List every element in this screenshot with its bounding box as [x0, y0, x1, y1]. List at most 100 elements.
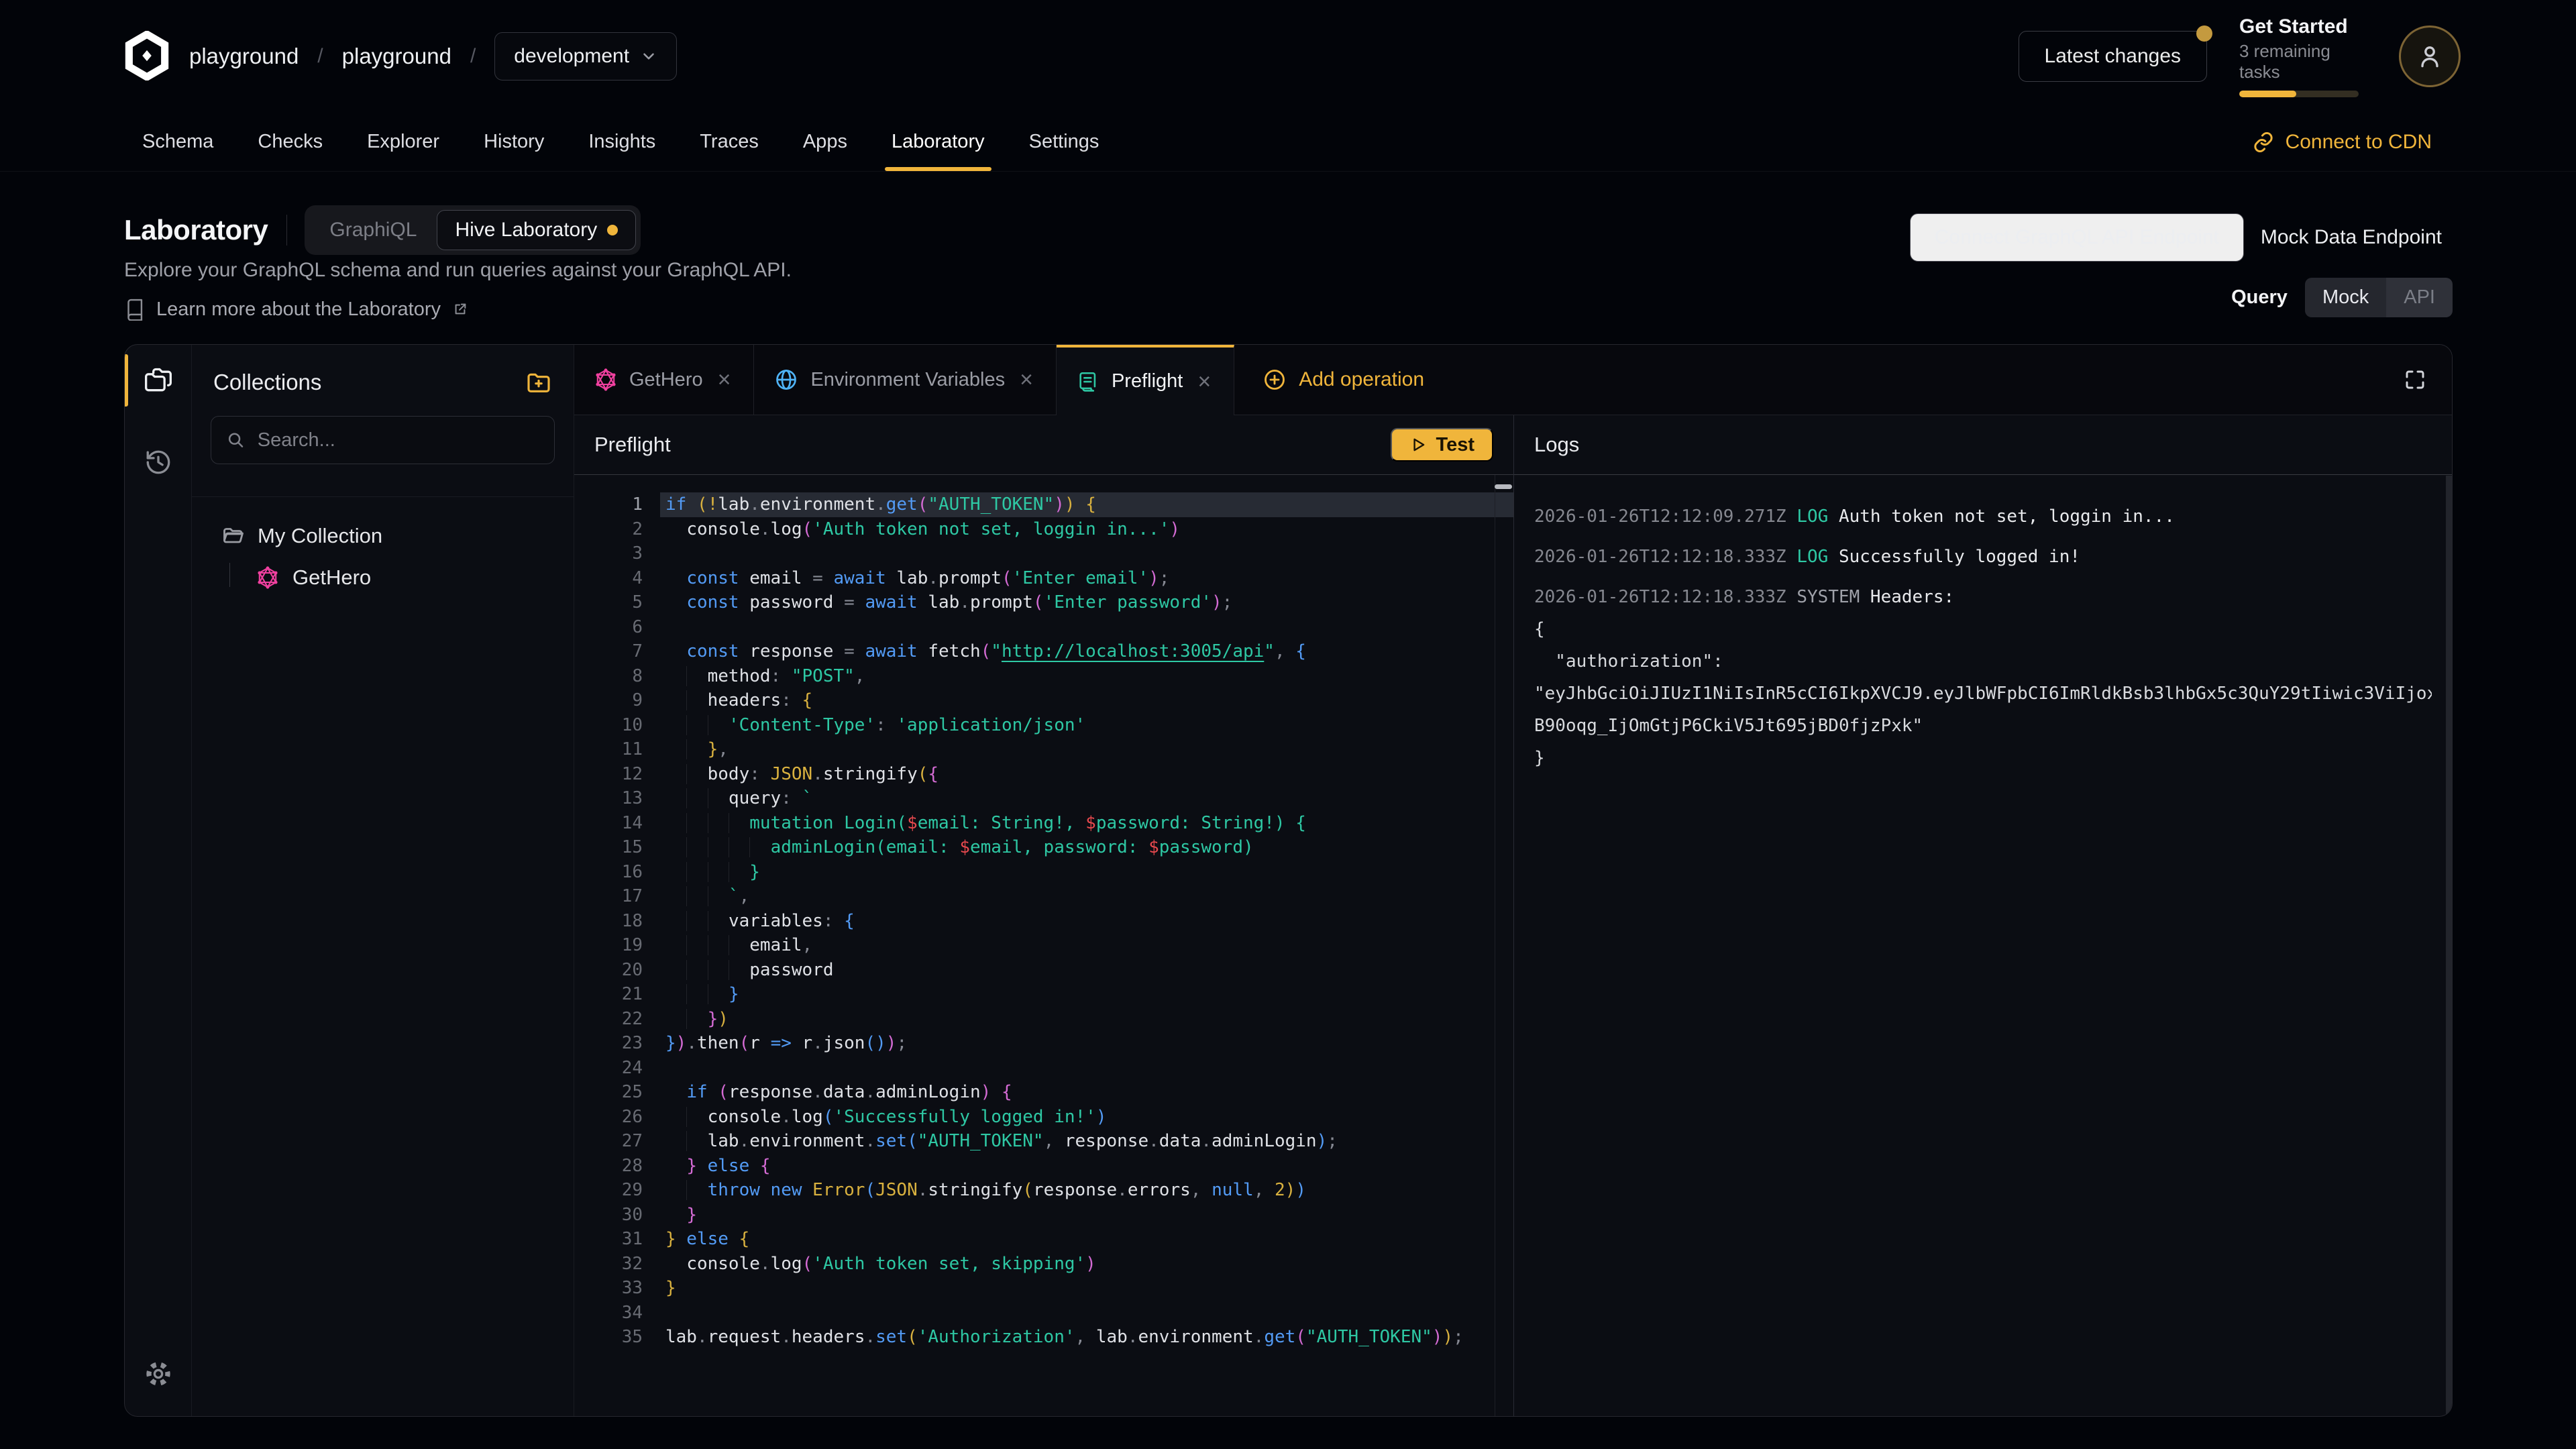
mode-api-option[interactable]: API — [2386, 278, 2453, 317]
connect-endpoint-button[interactable]: Connect GraphQL API Endpoint — [1910, 213, 2244, 262]
line-number: 1 — [574, 492, 660, 517]
code-line: 30 } — [574, 1203, 1513, 1228]
code-line: 20 password — [574, 958, 1513, 983]
primary-nav-items: Schema Checks Explorer History Insights Trace… — [142, 113, 1099, 171]
code-line: 1if (!lab.environment.get("AUTH_TOKEN"))… — [574, 492, 1513, 517]
gear-icon — [144, 1360, 172, 1388]
book-icon — [124, 298, 144, 321]
line-number: 26 — [574, 1105, 660, 1130]
line-number: 33 — [574, 1276, 660, 1301]
graphql-icon — [256, 566, 279, 589]
editor-scrollbar-thumb[interactable] — [1495, 484, 1512, 489]
preflight-code-editor[interactable]: 1if (!lab.environment.get("AUTH_TOKEN"))… — [574, 475, 1513, 1416]
rail-settings-button[interactable] — [125, 1349, 192, 1399]
logs-pane: Logs 2026-01-26T12:12:09.271Z LOG Auth t… — [1514, 415, 2452, 1416]
breadcrumb-org[interactable]: playground — [189, 44, 299, 69]
connect-cdn-link[interactable]: Connect to CDN — [2252, 113, 2432, 171]
collections-title: Collections — [213, 370, 321, 395]
tab-preflight[interactable]: Preflight × — [1057, 345, 1234, 415]
connect-endpoint-label: Connect GraphQL API Endpoint — [1935, 226, 2219, 249]
code-line: 29 throw new Error(JSON.stringify(respon… — [574, 1178, 1513, 1203]
toggle-graphiql[interactable]: GraphiQL — [309, 210, 437, 250]
rail-collections-button[interactable] — [125, 356, 192, 405]
logs-scrollbar[interactable] — [2446, 476, 2452, 1416]
nav-tab-insights[interactable]: Insights — [588, 113, 655, 171]
line-number: 4 — [574, 566, 660, 591]
line-number: 34 — [574, 1301, 660, 1326]
add-operation-button[interactable]: Add operation — [1234, 345, 1452, 415]
close-icon[interactable]: × — [715, 368, 734, 391]
nav-tab-checks[interactable]: Checks — [258, 113, 323, 171]
collection-folder-my-collection[interactable]: My Collection — [221, 524, 574, 548]
tab-strip: GetHero × Environment Variables × — [574, 345, 2452, 415]
line-number: 31 — [574, 1227, 660, 1252]
hive-laboratory-page: playground / playground / development La… — [0, 0, 2576, 1449]
code-line: 28 } else { — [574, 1154, 1513, 1179]
line-number: 18 — [574, 909, 660, 934]
nav-tab-settings[interactable]: Settings — [1029, 113, 1099, 171]
toggle-hive-laboratory[interactable]: Hive Laboratory — [437, 210, 636, 250]
log-entry: 2026-01-26T12:12:18.333Z SYSTEM Headers:… — [1534, 581, 2432, 774]
add-collection-icon[interactable] — [525, 369, 552, 396]
line-number: 13 — [574, 786, 660, 811]
operation-label: GetHero — [292, 566, 371, 590]
page-title: Laboratory — [124, 214, 268, 246]
line-number: 5 — [574, 590, 660, 615]
rail-history-button[interactable] — [125, 437, 192, 487]
fullscreen-button[interactable] — [2378, 345, 2452, 415]
line-number: 29 — [574, 1178, 660, 1203]
breadcrumb-project[interactable]: playground — [342, 44, 451, 69]
line-number: 23 — [574, 1031, 660, 1056]
collection-folder-label: My Collection — [258, 524, 382, 548]
code-line: 6 — [574, 615, 1513, 640]
code-line: 12 body: JSON.stringify({ — [574, 762, 1513, 787]
get-started-widget[interactable]: Get Started 3 remaining tasks — [2239, 15, 2367, 97]
code-line: 9 headers: { — [574, 688, 1513, 713]
tab-gethero[interactable]: GetHero × — [574, 345, 754, 415]
add-operation-label: Add operation — [1299, 368, 1424, 391]
editor-workspace: GetHero × Environment Variables × — [574, 345, 2452, 1416]
line-number: 2 — [574, 517, 660, 542]
tab-environment-variables[interactable]: Environment Variables × — [754, 345, 1056, 415]
nav-tab-explorer[interactable]: Explorer — [367, 113, 439, 171]
nav-tab-history[interactable]: History — [484, 113, 544, 171]
breadcrumb-separator: / — [317, 45, 323, 68]
search-input[interactable] — [258, 429, 539, 451]
user-avatar[interactable] — [2399, 25, 2461, 87]
preflight-editor-pane: Preflight Test 1if (!lab.environment.get… — [574, 415, 1514, 1416]
external-link-icon — [453, 302, 468, 317]
sidebar-icon-rail — [125, 345, 192, 1416]
line-number: 3 — [574, 541, 660, 566]
nav-tab-laboratory[interactable]: Laboratory — [892, 113, 985, 171]
tab-label: Environment Variables — [810, 369, 1005, 391]
mock-endpoint-button[interactable]: Mock Data Endpoint — [2261, 213, 2442, 262]
target-selector-value: development — [514, 45, 629, 68]
line-number: 25 — [574, 1080, 660, 1105]
latest-changes-button[interactable]: Latest changes — [2019, 31, 2207, 82]
collection-operation-gethero[interactable]: GetHero — [256, 566, 574, 590]
code-line: 5 const password = await lab.prompt('Ent… — [574, 590, 1513, 615]
code-line: 21 } — [574, 982, 1513, 1007]
code-line: 34 — [574, 1301, 1513, 1326]
code-line: 25 if (response.data.adminLogin) { — [574, 1080, 1513, 1105]
graphql-icon — [594, 368, 617, 391]
mode-mock-option[interactable]: Mock — [2305, 278, 2386, 317]
globe-icon — [774, 368, 798, 392]
mock-endpoint-label: Mock Data Endpoint — [2261, 226, 2442, 249]
toggle-hive-label: Hive Laboratory — [455, 219, 597, 241]
target-selector[interactable]: development — [494, 32, 677, 80]
collections-search[interactable] — [211, 416, 555, 464]
learn-more-link[interactable]: Learn more about the Laboratory — [124, 298, 468, 321]
test-button-label: Test — [1436, 434, 1474, 456]
nav-tab-traces[interactable]: Traces — [700, 113, 759, 171]
code-line: 22 }) — [574, 1007, 1513, 1032]
get-started-title: Get Started — [2239, 15, 2367, 38]
hive-logo-icon[interactable] — [123, 31, 171, 80]
nav-tab-apps[interactable]: Apps — [803, 113, 847, 171]
close-icon[interactable]: × — [1195, 370, 1214, 393]
test-button[interactable]: Test — [1391, 428, 1493, 462]
code-line: 13 query: ` — [574, 786, 1513, 811]
nav-tab-schema[interactable]: Schema — [142, 113, 213, 171]
ui-mode-toggle: GraphiQL Hive Laboratory — [305, 205, 641, 255]
close-icon[interactable]: × — [1017, 368, 1036, 391]
